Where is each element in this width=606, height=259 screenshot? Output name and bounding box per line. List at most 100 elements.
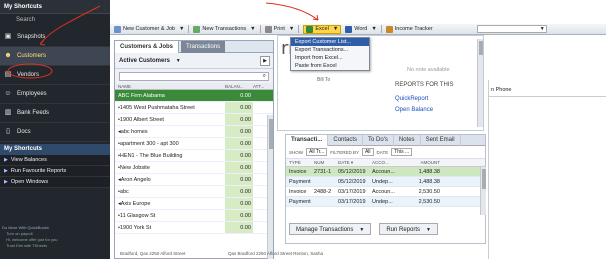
column-header-num[interactable]: NUM — [314, 159, 338, 166]
customer-row[interactable]: ◂abc homes 0.00 — [115, 126, 273, 138]
toolbar-dropdown[interactable] — [476, 25, 547, 33]
tab-sent-email[interactable]: Sent Email — [421, 135, 461, 146]
column-header-attach[interactable]: ATT... — [253, 83, 273, 89]
customer-list-header: NAME BALAN... ATT... — [115, 83, 273, 90]
transaction-row[interactable]: Invoice 2731-1 05/12/2019 Accoun... 1,48… — [286, 167, 485, 177]
tab-contacts[interactable]: Contacts — [328, 135, 364, 146]
customer-row[interactable]: •1900 Albert Street 0.00 — [115, 114, 273, 126]
manage-transactions-button[interactable]: Manage Transactions ▼ — [289, 223, 372, 235]
customers-tabs: Customers & Jobs Transactions — [115, 41, 273, 53]
quickreport-link[interactable]: QuickReport — [395, 96, 428, 102]
customer-row[interactable]: •1405 West Pushmataha Street 0.00 — [115, 102, 273, 114]
nav-item-bank-feeds[interactable]: ▥ Bank Feeds — [0, 104, 110, 123]
divider — [489, 96, 606, 97]
transaction-footer: Manage Transactions ▼ Run Reports ▼ — [286, 223, 487, 237]
customer-name: •1900 Albert Street — [118, 117, 164, 123]
customer-row[interactable]: •1900 York St 0.00 — [115, 222, 273, 234]
customer-attach — [253, 102, 273, 113]
customer-filter-row: Active Customers ▼ ▶ — [115, 53, 273, 69]
transaction-account: Accoun... — [372, 189, 395, 195]
excel-button[interactable]: Excel ▼ — [303, 24, 342, 34]
document-icon: ▯ — [6, 128, 10, 135]
customer-row[interactable]: •abc 0.00 — [115, 186, 273, 198]
active-customers-dropdown[interactable]: Active Customers ▼ — [119, 58, 260, 64]
tab-notes[interactable]: Notes — [394, 135, 421, 146]
nav-item-label: Vendors — [17, 72, 40, 78]
transactions-scrollbar[interactable] — [480, 167, 486, 215]
column-header-amount[interactable]: AMOUNT — [402, 159, 442, 166]
scrollbar-thumb[interactable] — [479, 41, 483, 55]
customer-balance: 0.00 — [225, 90, 253, 101]
nav-header: My Shortcuts — [0, 0, 110, 14]
excel-label: Excel — [315, 26, 329, 32]
tab-customers-jobs[interactable]: Customers & Jobs — [115, 41, 180, 53]
customer-row[interactable]: •New Jobsite 0.00 — [115, 162, 273, 174]
column-header-type[interactable]: TYPE — [286, 159, 314, 166]
info-scrollbar[interactable] — [477, 39, 483, 127]
word-icon — [345, 25, 353, 33]
customer-row[interactable]: •HEN1 - The Blue Building 0.00 — [115, 150, 273, 162]
customer-search-input[interactable]: ⌕ — [119, 72, 269, 81]
column-header-balance[interactable]: BALAN... — [225, 83, 253, 89]
transaction-type: Invoice — [289, 189, 307, 195]
chevron-down-icon: ▼ — [426, 227, 431, 233]
income-tracker-label: Income Tracker — [394, 26, 433, 32]
column-header-account[interactable]: ACCO... — [372, 159, 402, 166]
customer-list: ABC Firm Alabama 0.00 •1405 West Pushmata… — [115, 90, 273, 234]
transaction-date: 05/12/2019 — [338, 169, 366, 175]
customer-row[interactable]: ◂Aron Angelo 0.00 — [115, 174, 273, 186]
transaction-tabs: Transacti... Contacts To Do's Notes Sent… — [286, 135, 485, 146]
column-header-date[interactable]: DATE ▾ — [338, 159, 372, 166]
toolbar-separator — [259, 25, 261, 33]
nav-search[interactable]: Search — [0, 14, 110, 28]
bottom-address-left: Bradford, Qas 2250 Alford Street — [120, 251, 186, 256]
customer-row[interactable]: •11 Glasgow St 0.00 — [115, 210, 273, 222]
customer-balance: 0.00 — [225, 114, 253, 125]
transaction-row[interactable]: Invoice 2488-2 03/17/2019 Accoun... 2,53… — [286, 187, 485, 197]
tab-transactions[interactable]: Transactions — [181, 41, 226, 53]
open-balance-link[interactable]: Open Balance — [395, 107, 433, 113]
nav-item-vendors[interactable]: ▤ Vendors — [0, 66, 110, 85]
transaction-type: Payment — [289, 199, 311, 205]
scrollbar-thumb[interactable] — [482, 169, 486, 189]
new-transactions-button[interactable]: New Transactions ▼ — [193, 25, 256, 33]
word-button[interactable]: Word ▼ — [345, 25, 377, 33]
expand-arrow-button[interactable]: ▶ — [260, 55, 270, 66]
menu-import-from-excel[interactable]: Import from Excel... — [291, 54, 369, 62]
menu-paste-from-excel[interactable]: Paste from Excel — [291, 62, 369, 70]
transaction-account: Accoun... — [372, 169, 395, 175]
phone-column-header[interactable]: n Phone — [491, 87, 512, 93]
filtered-by-dropdown[interactable]: All — [361, 148, 374, 156]
customer-list-scrollbar[interactable] — [267, 115, 273, 259]
column-header-name[interactable]: NAME — [115, 83, 225, 89]
income-tracker-button[interactable]: Income Tracker — [385, 25, 433, 33]
show-dropdown[interactable]: All Tr... — [306, 148, 328, 156]
customer-name: ABC Firm Alabama — [118, 93, 165, 99]
customer-row[interactable]: ◂Axis Europe 0.00 — [115, 198, 273, 210]
scrollbar-thumb[interactable] — [269, 119, 273, 149]
camera-icon: ▣ — [4, 33, 12, 40]
transaction-row[interactable]: Payment 03/17/2019 Undep... 2,530.50 — [286, 197, 485, 207]
nav-item-customers[interactable]: ☻ Customers — [0, 47, 110, 66]
shortcut-open-windows[interactable]: ▶ Open Windows — [0, 177, 110, 188]
new-customer-job-button[interactable]: New Customer & Job ▼ — [114, 25, 184, 33]
nav-item-docs[interactable]: ▯ Docs — [0, 123, 110, 142]
customer-row[interactable]: ABC Firm Alabama 0.00 — [115, 90, 273, 102]
transaction-amount: 1,488.38 — [418, 169, 440, 175]
tab-todos[interactable]: To Do's — [363, 135, 394, 146]
nav-item-employees[interactable]: ☺ Employees — [0, 85, 110, 104]
run-reports-button[interactable]: Run Reports ▼ — [379, 223, 438, 235]
do-more-item[interactable]: Trust Elm with TSheets — [0, 243, 110, 249]
transaction-row[interactable]: Payment 05/12/2019 Undep... 1,488.38 — [286, 177, 485, 187]
shortcut-view-balances[interactable]: ▶ View Balances — [0, 155, 110, 166]
nav-item-snapshots[interactable]: ▣ Snapshots — [0, 28, 110, 47]
menu-export-customer-list[interactable]: Export Customer List... — [291, 38, 369, 46]
tab-transactions-detail[interactable]: Transacti... — [286, 135, 329, 146]
date-dropdown[interactable]: This ... — [391, 148, 413, 156]
customer-row[interactable]: •apartment 300 - apt 300 0.00 — [115, 138, 273, 150]
search-icon[interactable]: ⌕ — [263, 73, 266, 80]
menu-export-transactions[interactable]: Export Transactions... — [291, 46, 369, 54]
nav-search-label: Search — [16, 17, 36, 23]
print-button[interactable]: Print ▼ — [264, 25, 294, 33]
shortcut-run-favourite-reports[interactable]: ▶ Run Favourite Reports — [0, 166, 110, 177]
